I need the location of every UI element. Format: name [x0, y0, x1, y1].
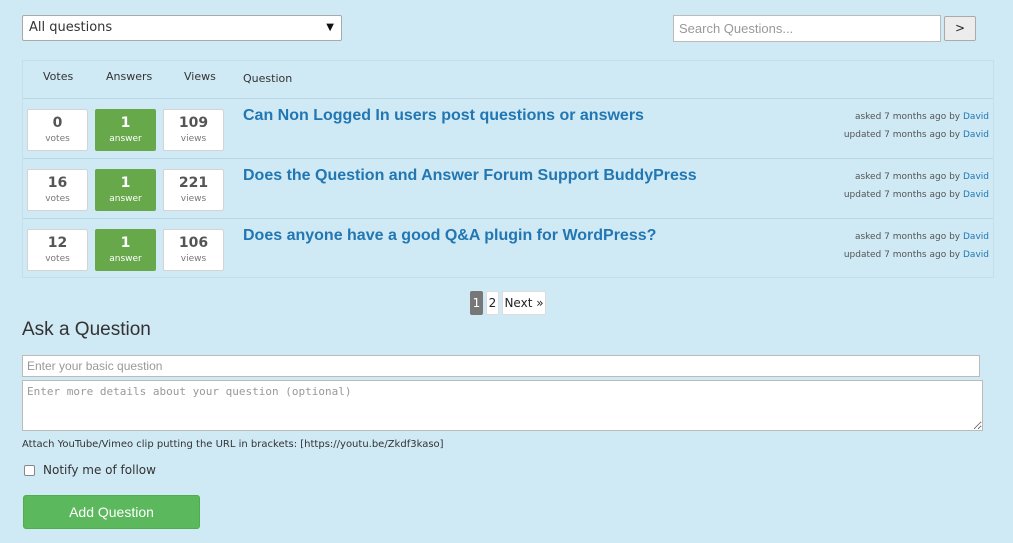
views-label: views	[180, 254, 207, 264]
votes-count: 0 votes	[27, 109, 88, 151]
updated-text: updated 7 months ago by	[843, 190, 961, 200]
next-page-link[interactable]: Next »	[502, 291, 546, 315]
views-number: 106	[178, 235, 209, 251]
attach-video-note: Attach YouTube/Vimeo clip putting the UR…	[22, 439, 444, 450]
updated-by-link[interactable]: David	[963, 130, 989, 140]
answers-label: answer	[109, 134, 142, 144]
answers-count: 1 answer	[95, 169, 156, 211]
notify-option[interactable]: Notify me of follow	[24, 462, 156, 478]
asked-text: asked 7 months ago by	[854, 112, 961, 122]
add-question-button[interactable]: Add Question	[23, 495, 200, 529]
chevron-down-icon: ▼	[326, 22, 334, 33]
question-title-link[interactable]: Can Non Logged In users post questions o…	[243, 107, 644, 125]
table-row: 0 votes 1 answer 109 views Can Non Logge…	[23, 98, 993, 158]
votes-number: 12	[47, 235, 68, 251]
updated-by-link[interactable]: David	[963, 190, 989, 200]
page-1-current: 1	[470, 291, 483, 315]
ask-question-heading: Ask a Question	[22, 319, 151, 340]
votes-count: 12 votes	[27, 229, 88, 271]
asked-meta: asked 7 months ago by David	[769, 171, 989, 183]
header-answers: Answers	[106, 70, 153, 83]
updated-meta: updated 7 months ago by David	[769, 189, 989, 201]
search-button[interactable]: >	[944, 16, 976, 41]
search-input[interactable]	[673, 15, 941, 42]
notify-label: Notify me of follow	[43, 463, 156, 477]
updated-meta: updated 7 months ago by David	[769, 249, 989, 261]
table-row: 16 votes 1 answer 221 views Does the Que…	[23, 158, 993, 218]
questions-table: Votes Answers Views Question 0 votes 1 a…	[22, 60, 994, 278]
views-label: views	[180, 134, 207, 144]
answers-number: 1	[120, 235, 131, 251]
question-title-link[interactable]: Does anyone have a good Q&A plugin for W…	[243, 227, 656, 245]
asked-by-link[interactable]: David	[963, 232, 989, 242]
asked-by-link[interactable]: David	[963, 112, 989, 122]
filter-selected-value: All questions	[29, 20, 113, 35]
notify-checkbox[interactable]	[24, 464, 35, 476]
answers-number: 1	[120, 115, 131, 131]
question-details-textarea[interactable]	[22, 380, 983, 431]
header-votes: Votes	[43, 70, 74, 83]
views-label: views	[180, 194, 207, 204]
updated-meta: updated 7 months ago by David	[769, 129, 989, 141]
views-count: 109 views	[163, 109, 224, 151]
header-views: Views	[184, 70, 216, 83]
votes-label: votes	[45, 254, 70, 264]
answers-count: 1 answer	[95, 229, 156, 271]
question-title-link[interactable]: Does the Question and Answer Forum Suppo…	[243, 167, 697, 185]
updated-by-link[interactable]: David	[963, 250, 989, 260]
views-count: 106 views	[163, 229, 224, 271]
answers-number: 1	[120, 175, 131, 191]
asked-by-link[interactable]: David	[963, 172, 989, 182]
votes-label: votes	[45, 134, 70, 144]
asked-text: asked 7 months ago by	[854, 172, 961, 182]
table-header: Votes Answers Views Question	[23, 61, 993, 98]
views-number: 109	[178, 115, 209, 131]
header-question: Question	[243, 72, 293, 85]
votes-number: 0	[52, 115, 63, 131]
answers-label: answer	[109, 194, 142, 204]
asked-text: asked 7 months ago by	[854, 232, 961, 242]
asked-meta: asked 7 months ago by David	[769, 111, 989, 123]
votes-count: 16 votes	[27, 169, 88, 211]
basic-question-input[interactable]	[22, 355, 980, 377]
asked-meta: asked 7 months ago by David	[769, 231, 989, 243]
views-number: 221	[178, 175, 209, 191]
answers-count: 1 answer	[95, 109, 156, 151]
views-count: 221 views	[163, 169, 224, 211]
question-filter-select[interactable]: All questions ▼	[22, 15, 342, 41]
updated-text: updated 7 months ago by	[843, 250, 961, 260]
votes-label: votes	[45, 194, 70, 204]
page-2-link[interactable]: 2	[486, 291, 499, 315]
votes-number: 16	[47, 175, 68, 191]
answers-label: answer	[109, 254, 142, 264]
table-row: 12 votes 1 answer 106 views Does anyone …	[23, 218, 993, 278]
updated-text: updated 7 months ago by	[843, 130, 961, 140]
